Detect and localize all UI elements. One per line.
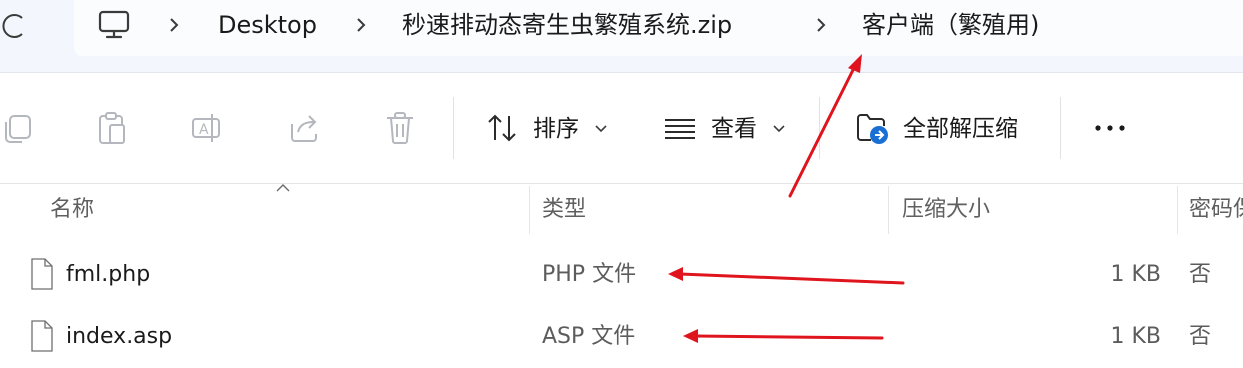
file-name: index.asp xyxy=(66,324,173,349)
file-name: fml.php xyxy=(66,262,151,287)
file-password-protected: 否 xyxy=(1189,324,1212,349)
chevron-right-icon[interactable] xyxy=(168,16,180,34)
paste-icon[interactable] xyxy=(95,110,129,146)
toolbar-separator xyxy=(453,97,454,159)
column-header-name[interactable]: 名称 xyxy=(50,195,94,225)
breadcrumb-desktop[interactable]: Desktop xyxy=(218,9,317,41)
chevron-right-icon[interactable] xyxy=(355,16,367,34)
column-header-type[interactable]: 类型 xyxy=(542,195,586,225)
breadcrumb-client-folder[interactable]: 客户端（繁殖用) xyxy=(862,9,1039,41)
file-row[interactable]: fml.php PHP 文件 1 KB 否 xyxy=(0,244,1243,306)
column-separator[interactable] xyxy=(1177,186,1178,234)
file-password-protected: 否 xyxy=(1189,262,1212,287)
file-icon xyxy=(31,320,53,352)
toolbar-separator xyxy=(819,97,820,159)
copy-icon[interactable] xyxy=(0,110,34,146)
column-separator[interactable] xyxy=(529,186,530,234)
column-header-password[interactable]: 密码保 xyxy=(1189,195,1243,225)
column-header-compressed-size[interactable]: 压缩大小 xyxy=(902,195,990,225)
chevron-down-icon[interactable] xyxy=(773,124,785,133)
file-size: 1 KB xyxy=(1110,324,1161,349)
file-type: PHP 文件 xyxy=(542,262,637,287)
sort-ascending-icon xyxy=(276,184,290,192)
breadcrumb-zip[interactable]: 秒速排动态寄生虫繁殖系统.zip xyxy=(402,9,732,41)
view-icon[interactable] xyxy=(663,110,697,146)
share-icon[interactable] xyxy=(288,110,322,146)
refresh-icon[interactable] xyxy=(0,8,26,44)
file-icon xyxy=(31,258,53,290)
chevron-right-icon[interactable] xyxy=(815,16,827,34)
sort-label[interactable]: 排序 xyxy=(533,114,579,144)
command-bar xyxy=(0,73,1243,183)
computer-icon[interactable] xyxy=(97,9,131,41)
extract-all-label[interactable]: 全部解压缩 xyxy=(903,114,1018,144)
file-type: ASP 文件 xyxy=(542,324,636,349)
chevron-down-icon[interactable] xyxy=(595,124,607,133)
view-label[interactable]: 查看 xyxy=(711,114,757,144)
svg-text:A: A xyxy=(199,122,209,138)
more-icon[interactable] xyxy=(1092,118,1128,138)
delete-icon[interactable] xyxy=(383,110,417,146)
toolbar-separator xyxy=(1060,97,1061,159)
rename-icon[interactable]: A xyxy=(190,110,224,146)
divider xyxy=(0,183,1243,184)
file-row[interactable]: index.asp ASP 文件 1 KB 否 xyxy=(0,306,1243,368)
sort-icon[interactable] xyxy=(485,110,519,146)
column-separator[interactable] xyxy=(888,186,889,234)
file-size: 1 KB xyxy=(1110,262,1161,287)
extract-all-icon[interactable] xyxy=(855,110,889,146)
